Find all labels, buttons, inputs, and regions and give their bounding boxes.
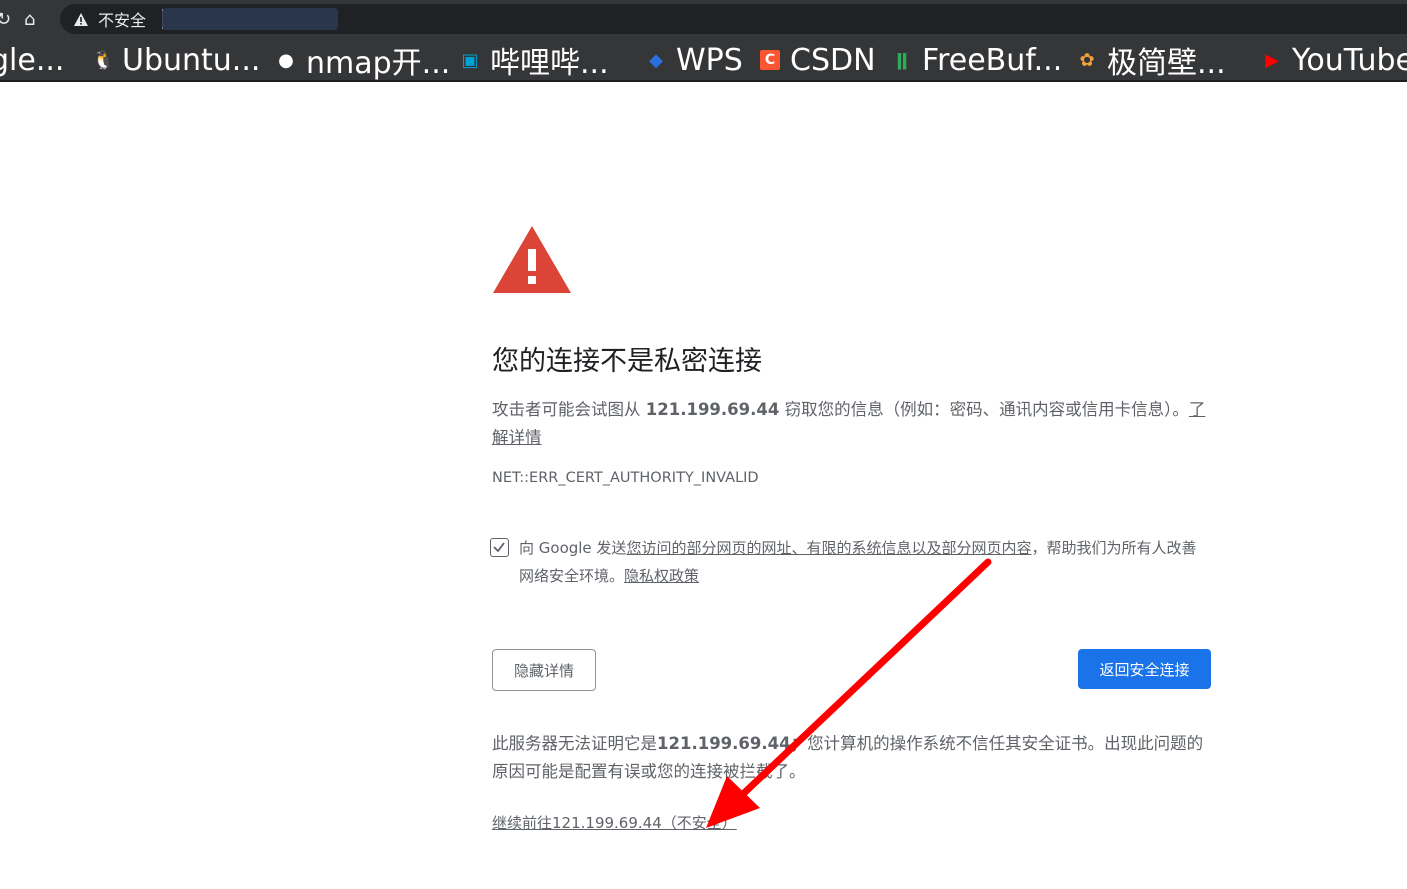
bookmark-label: YouTube [1292, 42, 1407, 78]
details-paragraph: 此服务器无法证明它是121.199.69.44；您计算机的操作系统不信任其安全证… [492, 730, 1214, 786]
bookmark-bilibili[interactable]: ▣ 哔哩哔... [460, 38, 609, 82]
warning-triangle-icon [493, 226, 571, 293]
warning-icon [74, 12, 88, 26]
bookmarks-bar: gle... 🐧 Ubuntu... ● nmap开... ▣ 哔哩哔... ◆… [0, 38, 1407, 82]
bookmark-nmap[interactable]: ● nmap开... [276, 38, 450, 82]
reload-icon[interactable]: ↻ [0, 0, 11, 38]
bilibili-icon: ▣ [461, 49, 479, 71]
bookmark-ubuntu[interactable]: 🐧 Ubuntu... [92, 38, 260, 82]
explanation-suffix: 窃取您的信息（例如：密码、通讯内容或信用卡信息）。 [779, 400, 1189, 419]
security-chip[interactable]: 不安全 [74, 4, 164, 34]
bookmark-wallpaper[interactable]: ✿ 极简壁... [1077, 38, 1226, 82]
error-code: NET::ERR_CERT_AUTHORITY_INVALID [492, 470, 759, 486]
youtube-icon: ▶ [1265, 49, 1279, 71]
check-icon [493, 542, 505, 553]
bookmark-freebuf[interactable]: ǁ FreeBuf... [892, 38, 1062, 82]
bookmark-wps[interactable]: ◆ WPS [646, 38, 743, 82]
bookmark-label: CSDN [790, 42, 876, 78]
wallpaper-icon: ✿ [1079, 49, 1095, 71]
explanation-paragraph: 攻击者可能会试图从 121.199.69.44 窃取您的信息（例如：密码、通讯内… [492, 396, 1212, 452]
security-label: 不安全 [98, 11, 147, 30]
details-prefix: 此服务器无法证明它是 [492, 734, 657, 753]
bookmark-label: gle... [0, 42, 65, 78]
nmap-icon: ● [278, 49, 294, 71]
details-host: 121.199.69.44 [657, 734, 791, 753]
csdn-icon: C [760, 50, 780, 70]
bookmark-csdn[interactable]: C CSDN [760, 38, 876, 82]
home-icon[interactable]: ⌂ [24, 0, 35, 38]
hide-details-button[interactable]: 隐藏详情 [492, 649, 596, 691]
bookmark-label: WPS [676, 42, 743, 78]
extended-reporting-row: 向 Google 发送您访问的部分网页的网址、有限的系统信息以及部分网页内容，帮… [490, 534, 1210, 590]
url-text-redacted[interactable] [162, 8, 338, 30]
bookmark-label: FreeBuf... [922, 42, 1063, 78]
page-title: 您的连接不是私密连接 [492, 346, 762, 377]
bookmark-label: nmap开... [306, 46, 451, 81]
bookmark-label: 哔哩哔... [490, 46, 609, 81]
bookmark-youtube[interactable]: ▶ YouTube [1262, 38, 1407, 82]
explanation-prefix: 攻击者可能会试图从 [492, 400, 646, 419]
browser-toolbar: ↻ ⌂ 不安全 [0, 0, 1407, 38]
report-content-link[interactable]: 您访问的部分网页的网址、有限的系统信息以及部分网页内容 [626, 539, 1031, 557]
back-to-safety-button[interactable]: 返回安全连接 [1078, 649, 1211, 689]
extended-reporting-checkbox[interactable] [490, 538, 509, 557]
page-content: 您的连接不是私密连接 攻击者可能会试图从 121.199.69.44 窃取您的信… [0, 84, 1407, 889]
freebuf-icon: ǁ [896, 49, 908, 71]
linux-penguin-icon: 🐧 [92, 49, 115, 71]
host-name: 121.199.69.44 [645, 400, 780, 419]
extended-reporting-text: 向 Google 发送您访问的部分网页的网址、有限的系统信息以及部分网页内容，帮… [519, 534, 1210, 590]
bookmark-google[interactable]: gle... [0, 38, 64, 82]
checkbox-prefix: 向 Google 发送 [519, 539, 627, 557]
proceed-unsafe-link[interactable]: 继续前往121.199.69.44（不安全） [492, 812, 737, 833]
wps-icon: ◆ [649, 49, 663, 71]
privacy-policy-link[interactable]: 隐私权政策 [624, 567, 699, 585]
bookmark-label: Ubuntu... [122, 42, 261, 78]
bookmark-label: 极简壁... [1107, 46, 1226, 81]
